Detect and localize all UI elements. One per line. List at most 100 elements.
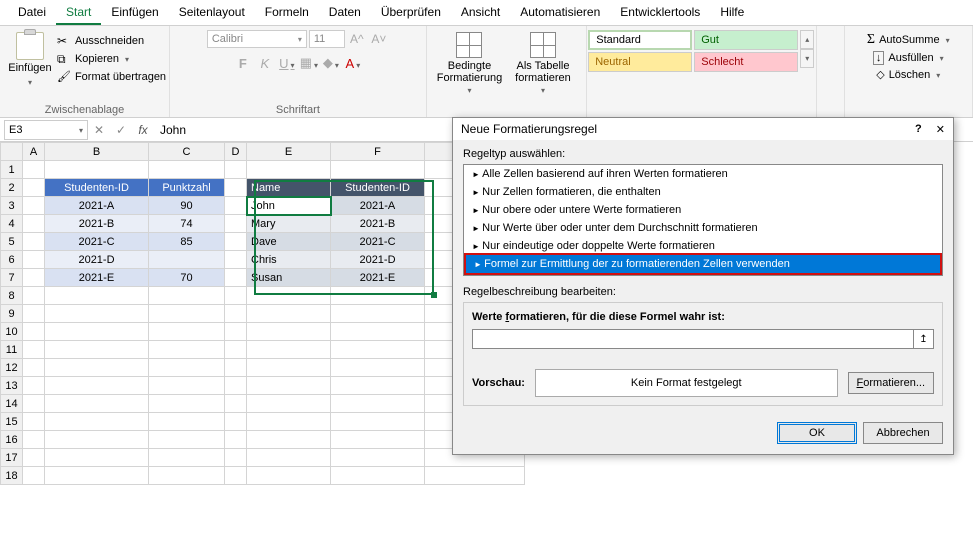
cell[interactable]: Studenten-ID xyxy=(331,179,425,197)
menu-start[interactable]: Start xyxy=(56,0,101,25)
paste-button[interactable]: Einfügen xyxy=(3,28,57,88)
fill-handle[interactable] xyxy=(431,292,437,298)
cell[interactable]: Chris xyxy=(247,251,331,269)
style-neutral[interactable]: Neutral xyxy=(588,52,692,72)
border-button[interactable]: ▦ xyxy=(299,54,319,72)
ok-button[interactable]: OK xyxy=(777,422,857,444)
cell[interactable]: Punktzahl xyxy=(149,179,225,197)
cell[interactable]: 2021-A xyxy=(45,197,149,215)
underline-button[interactable]: U xyxy=(277,54,297,72)
cell[interactable]: 85 xyxy=(149,233,225,251)
paste-dropdown[interactable] xyxy=(28,74,32,88)
font-size-select[interactable]: 11 xyxy=(309,30,345,48)
enter-formula-button[interactable]: ✓ xyxy=(110,123,132,137)
font-color-button[interactable]: A xyxy=(343,54,363,72)
cell[interactable]: Studenten-ID xyxy=(45,179,149,197)
cell[interactable] xyxy=(149,251,225,269)
menu-formeln[interactable]: Formeln xyxy=(255,0,319,25)
cell[interactable]: 2021-B xyxy=(45,215,149,233)
clear-button[interactable]: Löschen xyxy=(876,66,940,83)
menu-einfuegen[interactable]: Einfügen xyxy=(101,0,168,25)
row-header[interactable]: 14 xyxy=(1,395,23,413)
col-header-a[interactable]: A xyxy=(23,143,45,161)
cell[interactable]: 74 xyxy=(149,215,225,233)
collapse-dialog-button[interactable] xyxy=(914,329,934,349)
row-header[interactable]: 7 xyxy=(1,269,23,287)
col-header-d[interactable]: D xyxy=(225,143,247,161)
cell[interactable]: 2021-D xyxy=(331,251,425,269)
row-header[interactable]: 1 xyxy=(1,161,23,179)
row-header[interactable]: 15 xyxy=(1,413,23,431)
autosum-button[interactable]: AutoSumme xyxy=(867,30,950,50)
decrease-font-button[interactable]: A˅ xyxy=(369,30,389,48)
format-as-table-button[interactable]: Als Tabelle formatieren xyxy=(506,32,580,96)
style-standard[interactable]: Standard xyxy=(588,30,692,50)
conditional-formatting-button[interactable]: Bedingte Formatierung xyxy=(433,32,507,96)
menu-daten[interactable]: Daten xyxy=(319,0,371,25)
row-header[interactable]: 5 xyxy=(1,233,23,251)
cell[interactable]: Susan xyxy=(247,269,331,287)
increase-font-button[interactable]: A^ xyxy=(347,30,367,48)
cell[interactable]: 2021-C xyxy=(45,233,149,251)
copy-button[interactable]: Kopieren xyxy=(57,50,166,68)
cancel-button[interactable]: Abbrechen xyxy=(863,422,943,444)
styles-scroll-down[interactable]: ▾ xyxy=(800,49,814,68)
col-header-f[interactable]: F xyxy=(331,143,425,161)
fill-button[interactable]: Ausfüllen xyxy=(873,50,944,66)
help-button[interactable] xyxy=(915,123,922,136)
menu-automatisieren[interactable]: Automatisieren xyxy=(510,0,610,25)
col-header-e[interactable]: E xyxy=(247,143,331,161)
format-button[interactable]: Formatieren... xyxy=(848,372,934,394)
cell[interactable]: Dave xyxy=(247,233,331,251)
row-header[interactable]: 10 xyxy=(1,323,23,341)
bold-button[interactable]: F xyxy=(233,54,253,72)
cell[interactable]: 2021-C xyxy=(331,233,425,251)
menu-ueberpruefen[interactable]: Überprüfen xyxy=(371,0,451,25)
row-header[interactable]: 16 xyxy=(1,431,23,449)
cell[interactable]: 2021-D xyxy=(45,251,149,269)
cell-active[interactable]: John xyxy=(247,197,331,215)
row-header[interactable]: 13 xyxy=(1,377,23,395)
cell[interactable]: 2021-B xyxy=(331,215,425,233)
rule-type-item-selected[interactable]: Formel zur Ermittlung der zu formatieren… xyxy=(466,255,940,273)
italic-button[interactable]: K xyxy=(255,54,275,72)
col-header-b[interactable]: B xyxy=(45,143,149,161)
row-header[interactable]: 6 xyxy=(1,251,23,269)
menu-entwicklertools[interactable]: Entwicklertools xyxy=(610,0,710,25)
cell[interactable]: Name xyxy=(247,179,331,197)
format-painter-button[interactable]: Format übertragen xyxy=(57,68,166,86)
row-header[interactable]: 18 xyxy=(1,467,23,485)
row-header[interactable]: 2 xyxy=(1,179,23,197)
styles-scroll-up[interactable]: ▴ xyxy=(800,30,814,49)
cell[interactable]: 90 xyxy=(149,197,225,215)
cell[interactable]: 2021-A xyxy=(331,197,425,215)
name-box[interactable]: E3 xyxy=(4,120,88,140)
row-header[interactable]: 9 xyxy=(1,305,23,323)
cell[interactable]: 70 xyxy=(149,269,225,287)
insert-function-button[interactable]: fx xyxy=(132,123,154,137)
rule-type-item[interactable]: Alle Zellen basierend auf ihren Werten f… xyxy=(464,165,942,183)
menu-ansicht[interactable]: Ansicht xyxy=(451,0,510,25)
fill-color-button[interactable]: ◆ xyxy=(321,54,341,72)
row-header[interactable]: 4 xyxy=(1,215,23,233)
rule-type-item[interactable]: Nur obere oder untere Werte formatieren xyxy=(464,201,942,219)
col-header-c[interactable]: C xyxy=(149,143,225,161)
close-button[interactable] xyxy=(936,123,945,136)
rule-type-item[interactable]: Nur Werte über oder unter dem Durchschni… xyxy=(464,219,942,237)
font-name-select[interactable]: Calibri xyxy=(207,30,307,48)
rule-type-item[interactable]: Nur Zellen formatieren, die enthalten xyxy=(464,183,942,201)
select-all-corner[interactable] xyxy=(1,143,23,161)
menu-hilfe[interactable]: Hilfe xyxy=(710,0,754,25)
style-gut[interactable]: Gut xyxy=(694,30,798,50)
style-schlecht[interactable]: Schlecht xyxy=(694,52,798,72)
row-header[interactable]: 17 xyxy=(1,449,23,467)
cut-button[interactable]: Ausschneiden xyxy=(57,32,166,50)
row-header[interactable]: 8 xyxy=(1,287,23,305)
cell[interactable]: 2021-E xyxy=(45,269,149,287)
row-header[interactable]: 12 xyxy=(1,359,23,377)
rule-formula-input[interactable] xyxy=(472,329,914,349)
row-header[interactable]: 3 xyxy=(1,197,23,215)
menu-seitenlayout[interactable]: Seitenlayout xyxy=(169,0,255,25)
cell[interactable]: 2021-E xyxy=(331,269,425,287)
cancel-formula-button[interactable]: ✕ xyxy=(88,123,110,137)
